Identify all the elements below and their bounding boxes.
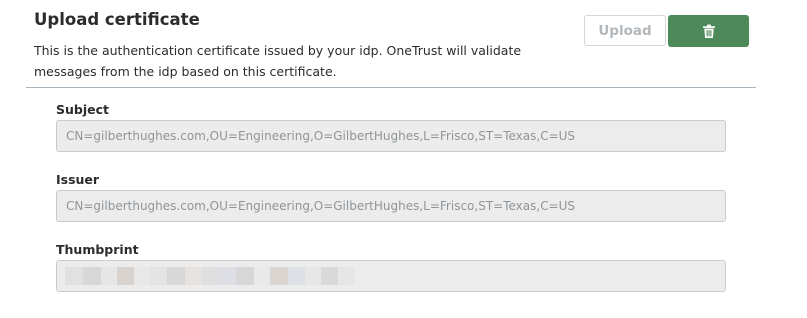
trash-icon	[702, 24, 715, 38]
issuer-label: Issuer	[56, 172, 100, 187]
issuer-field[interactable]: CN=gilberthughes.com,OU=Engineering,O=Gi…	[56, 190, 726, 222]
certificate-actions: Upload	[584, 15, 749, 47]
thumbprint-field[interactable]	[56, 260, 726, 292]
section-divider	[26, 87, 756, 88]
subject-label: Subject	[56, 102, 109, 117]
delete-button[interactable]	[668, 15, 749, 47]
subject-field[interactable]: CN=gilberthughes.com,OU=Engineering,O=Gi…	[56, 120, 726, 152]
thumbprint-label: Thumbprint	[56, 242, 139, 257]
upload-button[interactable]: Upload	[584, 15, 666, 46]
certificate-description: This is the authentication certificate i…	[34, 43, 522, 79]
page-title: Upload certificate	[34, 10, 200, 29]
upload-certificate-panel: Upload certificate This is the authentic…	[0, 0, 807, 318]
thumbprint-redacted-value	[65, 267, 725, 285]
